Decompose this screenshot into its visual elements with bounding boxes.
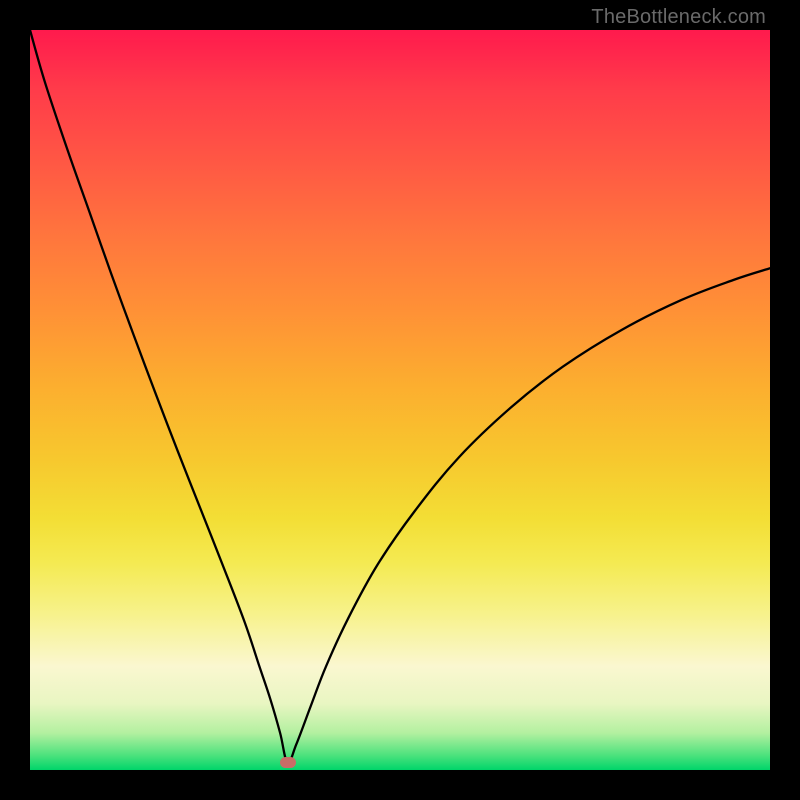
minimum-marker <box>280 757 296 768</box>
bottleneck-curve <box>30 30 770 770</box>
chart-frame: TheBottleneck.com <box>0 0 800 800</box>
watermark-text: TheBottleneck.com <box>591 6 766 29</box>
plot-area <box>30 30 770 770</box>
